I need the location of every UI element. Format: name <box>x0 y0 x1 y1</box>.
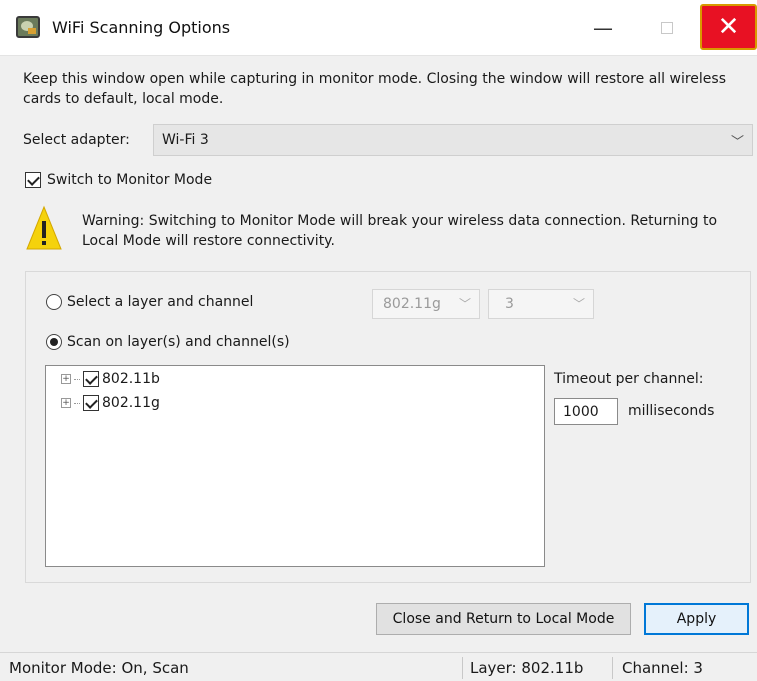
expand-icon[interactable]: + <box>61 398 71 408</box>
adapter-select-value: Wi-Fi 3 <box>162 132 209 148</box>
tree-item-label: 802.11g <box>102 395 160 411</box>
app-icon <box>16 16 40 38</box>
status-divider <box>612 657 613 679</box>
wifi-scanning-options-window: WiFi Scanning Options — ✕ Keep this wind… <box>0 0 757 681</box>
tree-connector <box>74 378 80 380</box>
radio-button[interactable] <box>46 294 62 310</box>
tree-item-checkbox[interactable] <box>83 371 99 387</box>
radio-select-layer-channel[interactable]: Select a layer and channel <box>46 294 253 310</box>
status-bar: Monitor Mode: On, Scan Layer: 802.11b Ch… <box>0 652 757 681</box>
chevron-down-icon: ﹀ <box>458 297 471 311</box>
timeout-input[interactable]: 1000 <box>554 398 618 425</box>
monitor-mode-checkbox[interactable] <box>25 172 41 188</box>
close-icon: ✕ <box>717 12 740 42</box>
status-layer: Layer: 802.11b <box>470 658 584 677</box>
warning-icon <box>26 205 62 250</box>
apply-button[interactable]: Apply <box>644 603 749 635</box>
tree-item-label: 802.11b <box>102 371 160 387</box>
tree-connector <box>74 402 80 404</box>
radio-button[interactable] <box>46 334 62 350</box>
layer-channel-tree[interactable]: + 802.11b + 802.11g <box>45 365 545 567</box>
warning-text: Warning: Switching to Monitor Mode will … <box>82 213 718 249</box>
chevron-down-icon: ﹀ <box>572 297 585 311</box>
radio-label: Select a layer and channel <box>67 294 254 310</box>
maximize-icon <box>661 22 673 34</box>
status-channel: Channel: 3 <box>622 658 703 677</box>
radio-scan-layers-channels[interactable]: Scan on layer(s) and channel(s) <box>46 334 290 350</box>
title-bar[interactable]: WiFi Scanning Options — ✕ <box>0 0 757 56</box>
window-title: WiFi Scanning Options <box>52 18 231 37</box>
radio-label: Scan on layer(s) and channel(s) <box>67 334 290 350</box>
monitor-mode-checkbox-row[interactable]: Switch to Monitor Mode <box>25 172 212 188</box>
tree-item-checkbox[interactable] <box>83 395 99 411</box>
tree-item[interactable]: + 802.11b <box>61 371 160 387</box>
adapter-select[interactable]: Wi-Fi 3 ﹀ <box>153 124 753 156</box>
timeout-unit-label: milliseconds <box>628 403 715 419</box>
channel-dropdown[interactable]: 3 ﹀ <box>488 289 594 319</box>
adapter-label: Select adapter: <box>23 132 130 148</box>
layer-dropdown-value: 802.11g <box>383 296 441 312</box>
maximize-button[interactable] <box>644 8 690 48</box>
monitor-mode-label: Switch to Monitor Mode <box>47 172 213 188</box>
info-text: Keep this window open while capturing in… <box>23 71 726 107</box>
timeout-value: 1000 <box>563 403 599 420</box>
minimize-icon: — <box>593 16 613 40</box>
layer-dropdown[interactable]: 802.11g ﹀ <box>372 289 480 319</box>
chevron-down-icon: ﹀ <box>730 135 744 150</box>
channel-dropdown-value: 3 <box>505 296 514 312</box>
expand-icon[interactable]: + <box>61 374 71 384</box>
close-return-local-button[interactable]: Close and Return to Local Mode <box>376 603 631 635</box>
status-divider <box>462 657 463 679</box>
minimize-button[interactable]: — <box>580 8 626 48</box>
status-mode: Monitor Mode: On, Scan <box>9 658 189 677</box>
timeout-label: Timeout per channel: <box>554 371 704 387</box>
tree-item[interactable]: + 802.11g <box>61 395 160 411</box>
close-button[interactable]: ✕ <box>700 4 757 50</box>
